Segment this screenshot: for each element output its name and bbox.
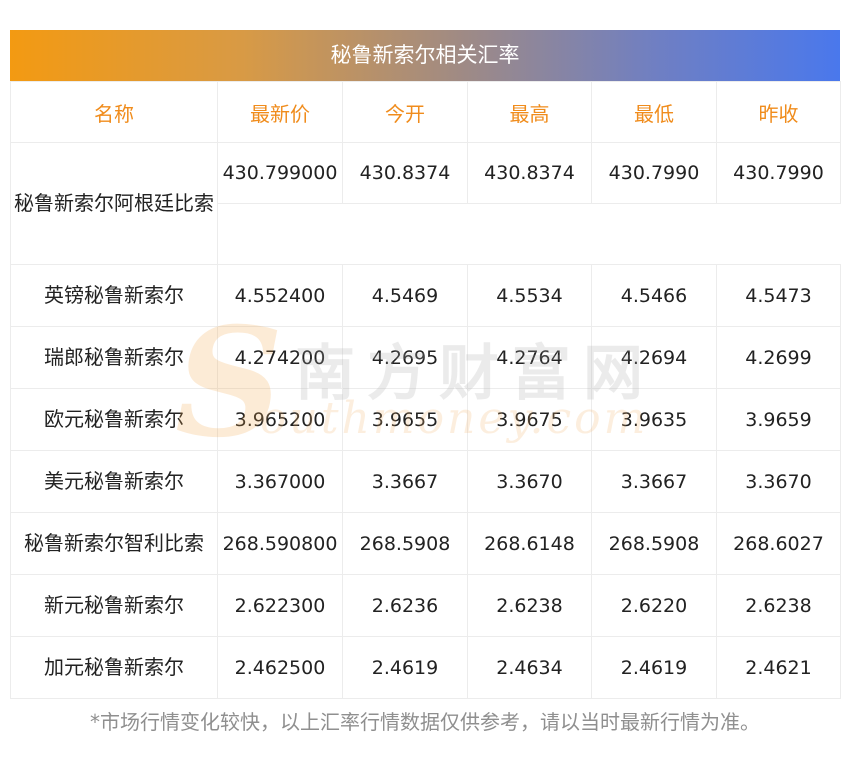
- low-price: 3.3667: [591, 450, 717, 513]
- latest-price: 3.965200: [217, 388, 343, 451]
- pair-name: 秘鲁新索尔阿根廷比索: [10, 142, 218, 265]
- prev-close-price: 3.9659: [716, 388, 841, 451]
- open-price: 2.6236: [342, 574, 468, 637]
- table-header-row: 名称 最新价 今开 最高 最低 昨收: [10, 81, 841, 143]
- low-price: 4.2694: [591, 326, 717, 389]
- open-price: 3.3667: [342, 450, 468, 513]
- low-price: 2.6220: [591, 574, 717, 637]
- disclaimer-footnote: *市场行情变化较快，以上汇率行情数据仅供参考，请以当时最新行情为准。: [90, 710, 760, 734]
- column-header-name: 名称: [10, 81, 218, 143]
- empty-cell: [218, 204, 841, 265]
- high-price: 2.6238: [467, 574, 592, 637]
- latest-price: 430.799000: [217, 142, 343, 204]
- latest-price: 4.274200: [217, 326, 343, 389]
- table-title: 秘鲁新索尔相关汇率: [10, 30, 840, 81]
- pair-name: 秘鲁新索尔智利比索: [10, 512, 218, 575]
- open-price: 4.5469: [342, 264, 468, 327]
- open-price: 4.2695: [342, 326, 468, 389]
- column-header-latest: 最新价: [217, 81, 343, 143]
- prev-close-price: 4.5473: [716, 264, 841, 327]
- low-price: 4.5466: [591, 264, 717, 327]
- table-row: 瑞郎秘鲁新索尔 4.274200 4.2695 4.2764 4.2694 4.…: [10, 326, 841, 389]
- open-price: 430.8374: [342, 142, 468, 204]
- pair-name: 英镑秘鲁新索尔: [10, 264, 218, 327]
- open-price: 3.9655: [342, 388, 468, 451]
- table-row: 加元秘鲁新索尔 2.462500 2.4619 2.4634 2.4619 2.…: [10, 636, 841, 699]
- latest-price: 3.367000: [217, 450, 343, 513]
- low-price: 3.9635: [591, 388, 717, 451]
- high-price: 4.5534: [467, 264, 592, 327]
- column-header-high: 最高: [467, 81, 592, 143]
- pair-name: 新元秘鲁新索尔: [10, 574, 218, 637]
- prev-close-price: 4.2699: [716, 326, 841, 389]
- high-price: 430.8374: [467, 142, 592, 204]
- high-price: 3.9675: [467, 388, 592, 451]
- table-row: 秘鲁新索尔智利比索 268.590800 268.5908 268.6148 2…: [10, 512, 841, 575]
- table-row: 英镑秘鲁新索尔 4.552400 4.5469 4.5534 4.5466 4.…: [10, 264, 841, 327]
- prev-close-price: 2.6238: [716, 574, 841, 637]
- pair-name: 美元秘鲁新索尔: [10, 450, 218, 513]
- table-row: 秘鲁新索尔阿根廷比索 430.799000 430.8374 430.8374 …: [10, 142, 841, 265]
- open-price: 2.4619: [342, 636, 468, 699]
- pair-name: 瑞郎秘鲁新索尔: [10, 326, 218, 389]
- column-header-open: 今开: [342, 81, 468, 143]
- exchange-rate-table: 名称 最新价 今开 最高 最低 昨收 秘鲁新索尔阿根廷比索 430.799000…: [10, 81, 841, 699]
- open-price: 268.5908: [342, 512, 468, 575]
- prev-close-price: 430.7990: [716, 142, 841, 204]
- low-price: 2.4619: [591, 636, 717, 699]
- latest-price: 4.552400: [217, 264, 343, 327]
- low-price: 430.7990: [591, 142, 717, 204]
- latest-price: 2.462500: [217, 636, 343, 699]
- high-price: 3.3670: [467, 450, 592, 513]
- pair-name: 欧元秘鲁新索尔: [10, 388, 218, 451]
- high-price: 4.2764: [467, 326, 592, 389]
- latest-price: 268.590800: [217, 512, 343, 575]
- table-row: 欧元秘鲁新索尔 3.965200 3.9655 3.9675 3.9635 3.…: [10, 388, 841, 451]
- low-price: 268.5908: [591, 512, 717, 575]
- prev-close-price: 2.4621: [716, 636, 841, 699]
- prev-close-price: 268.6027: [716, 512, 841, 575]
- high-price: 2.4634: [467, 636, 592, 699]
- table-row: 美元秘鲁新索尔 3.367000 3.3667 3.3670 3.3667 3.…: [10, 450, 841, 513]
- high-price: 268.6148: [467, 512, 592, 575]
- column-header-low: 最低: [591, 81, 717, 143]
- column-header-prev-close: 昨收: [716, 81, 841, 143]
- latest-price: 2.622300: [217, 574, 343, 637]
- prev-close-price: 3.3670: [716, 450, 841, 513]
- table-row: 新元秘鲁新索尔 2.622300 2.6236 2.6238 2.6220 2.…: [10, 574, 841, 637]
- pair-name: 加元秘鲁新索尔: [10, 636, 218, 699]
